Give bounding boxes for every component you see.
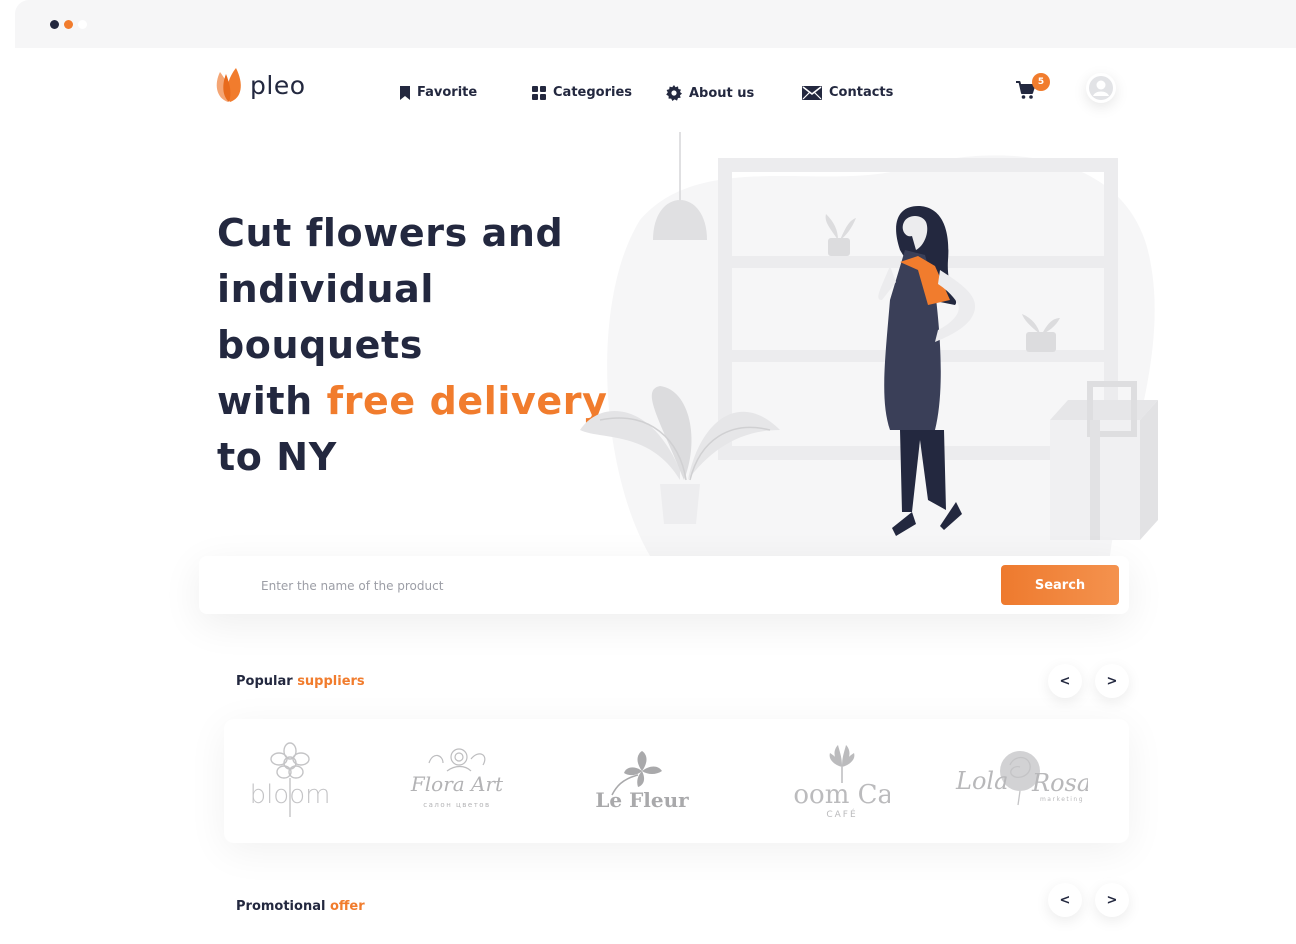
popular-suppliers-title-accent: suppliers <box>297 674 365 689</box>
bloom-cafe-logo-subtext: CAFÉ <box>826 808 857 820</box>
brand-logo-le-fleur[interactable]: Le Fleur <box>592 719 692 843</box>
flora-art-logo-icon: Flora Art салон цветов <box>410 748 504 809</box>
promotional-offer-title-main: Promotional <box>236 899 330 914</box>
flora-art-logo-subtext: салон цветов <box>423 801 490 809</box>
lola-rosa-logo-icon: Lola Rosa marketing <box>955 751 1088 806</box>
suppliers-next-button[interactable]: > <box>1095 664 1129 698</box>
nav-about-us-label: About us <box>689 85 755 101</box>
nav-contacts-label: Contacts <box>829 85 894 100</box>
nav-categories[interactable]: Categories <box>532 85 632 100</box>
popular-suppliers-title: Popular suppliers <box>236 674 365 689</box>
promotional-offer-title: Promotional offer <box>236 899 365 914</box>
window-titlebar <box>15 0 1296 48</box>
lola-rosa-logo-right-text: Rosa <box>1031 769 1088 797</box>
envelope-icon <box>802 85 822 100</box>
bookmark-icon <box>400 85 410 100</box>
window-dot-orange[interactable] <box>64 20 73 29</box>
nav-contacts[interactable]: Contacts <box>802 85 893 100</box>
le-fleur-logo-icon: Le Fleur <box>595 751 689 812</box>
boxes-illustration <box>1050 381 1158 540</box>
nav-categories-label: Categories <box>553 85 633 100</box>
brand-logo-lola-rosa[interactable]: Lola Rosa marketing <box>952 719 1088 843</box>
leaf-logo-icon <box>216 68 241 102</box>
promotional-offer-title-accent: offer <box>329 899 365 914</box>
suppliers-prev-button[interactable]: < <box>1048 664 1082 698</box>
bloom-logo-icon: bloom <box>250 742 331 817</box>
user-avatar-icon <box>1089 76 1113 100</box>
gear-icon <box>666 85 682 101</box>
bloom-cafe-logo-text: Bloom Café <box>794 780 890 810</box>
search-bar: Search <box>199 556 1129 614</box>
window-dot-white[interactable] <box>78 20 87 29</box>
logo[interactable]: pleo <box>214 66 306 104</box>
hero-line-3-prefix: with <box>217 379 327 423</box>
nav-favorite[interactable]: Favorite <box>400 85 477 100</box>
cart-count-badge: 5 <box>1032 73 1050 91</box>
lola-rosa-logo-left-text: Lola <box>955 767 1008 795</box>
lola-rosa-logo-subtext: marketing <box>1040 796 1084 803</box>
popular-suppliers-title-main: Popular <box>236 674 298 689</box>
suppliers-carousel: bloom Flora Art салон цветов Le Fleur oo… <box>224 719 1129 843</box>
bloom-cafe-logo-icon: Bloom Café CAFÉ <box>794 745 890 820</box>
nav-favorite-label: Favorite <box>417 85 478 100</box>
bloom-logo-text: bloom <box>250 780 331 810</box>
grid-icon <box>532 85 546 100</box>
brand-logo-flora-art[interactable]: Flora Art салон цветов <box>398 719 518 843</box>
brand-logo-bloom-cafe[interactable]: Bloom Café CAFÉ <box>794 719 890 843</box>
le-fleur-logo-text: Le Fleur <box>595 788 689 812</box>
promo-prev-button[interactable]: < <box>1048 883 1082 917</box>
logo-text: pleo <box>250 70 306 100</box>
brand-logo-bloom[interactable]: bloom <box>242 719 338 843</box>
promo-next-button[interactable]: > <box>1095 883 1129 917</box>
search-input[interactable] <box>259 568 963 604</box>
avatar-button[interactable] <box>1086 73 1116 103</box>
search-button[interactable]: Search <box>1001 565 1119 605</box>
nav-about-us[interactable]: About us <box>666 85 754 101</box>
window-dot-dark[interactable] <box>50 20 59 29</box>
hero-illustration <box>580 132 1158 557</box>
flora-art-logo-text: Flora Art <box>410 772 504 796</box>
